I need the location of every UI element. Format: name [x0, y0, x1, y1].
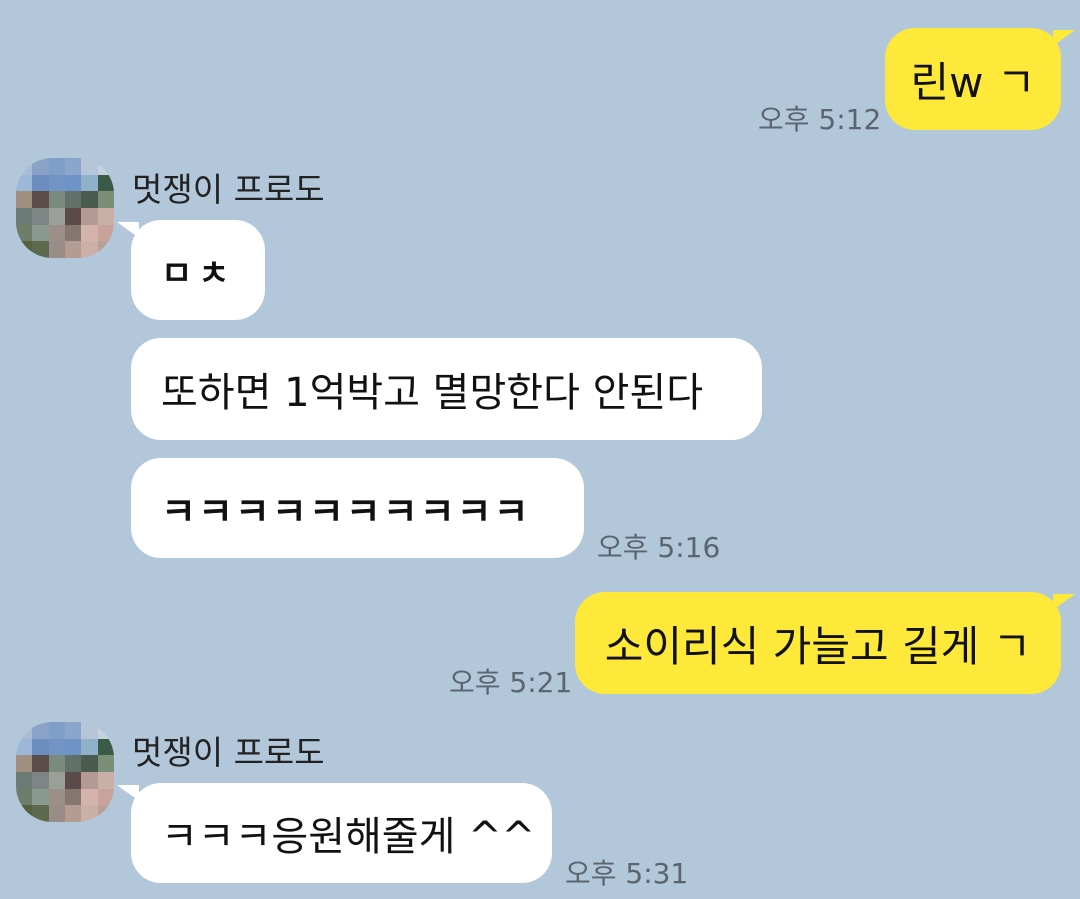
avatar-pixel [32, 207, 49, 225]
avatar-pixel [81, 805, 98, 822]
sender-name: 멋쟁이 프로도 [132, 733, 325, 772]
avatar-pixel [65, 788, 82, 806]
avatar-pixel [81, 224, 98, 242]
avatar-pixel [16, 805, 33, 822]
message-bubble-incoming[interactable]: ㅁㅊ [117, 220, 265, 320]
avatar-pixel [65, 158, 82, 175]
avatar-pixel [97, 158, 114, 175]
avatar-pixel [32, 771, 49, 789]
message-time: 오후 5:12 [758, 103, 882, 136]
avatar-pixel [48, 722, 65, 739]
message-bubble-outgoing[interactable]: 린w ㄱ [885, 28, 1075, 130]
avatar-pixel [16, 224, 33, 242]
avatar-pixel [97, 788, 114, 806]
message-bubble-incoming[interactable]: ㅋㅋㅋㅋㅋㅋㅋㅋㅋㅋ [131, 458, 584, 558]
message-text: 린w ㄱ [910, 57, 1036, 107]
avatar-pixel [32, 738, 49, 756]
avatar-pixel [48, 805, 65, 822]
avatar-pixel [16, 207, 33, 225]
avatar-pixel [97, 174, 114, 192]
avatar-pixel [97, 191, 114, 208]
avatar-pixel [81, 771, 98, 789]
avatar-pixel [48, 174, 65, 192]
avatar-pixel [32, 755, 49, 772]
avatar-pixel [48, 191, 65, 208]
avatar-pixel [65, 738, 82, 756]
message-time: 오후 5:31 [565, 857, 689, 890]
avatar-pixel [48, 771, 65, 789]
message-text: ㅁㅊ [161, 253, 236, 294]
avatar-pixel [97, 207, 114, 225]
avatar-pixel [16, 771, 33, 789]
avatar-pixel [81, 738, 98, 756]
message-bubble-incoming[interactable]: 또하면 1억박고 멸망한다 안된다 [131, 338, 762, 440]
avatar-pixel [81, 788, 98, 806]
avatar-pixel [81, 755, 98, 772]
avatar-pixel [16, 738, 33, 756]
avatar-pixel [97, 722, 114, 739]
avatar-pixel [97, 224, 114, 242]
avatar-pixel [65, 805, 82, 822]
message-bubble-outgoing[interactable]: 소이리식 가늘고 길게 ㄱ [575, 592, 1075, 694]
avatar-pixel [65, 174, 82, 192]
avatar-pixel [97, 738, 114, 756]
avatar-pixel [65, 207, 82, 225]
message-bubble-incoming[interactable]: ㅋㅋㅋ응원해줄게 ^^ [117, 783, 552, 883]
avatar-pixel [16, 722, 33, 739]
avatar-pixel [32, 224, 49, 242]
avatar-pixel [32, 241, 49, 258]
avatar-pixel [97, 805, 114, 822]
avatar-pixel [16, 788, 33, 806]
avatar-pixel [65, 722, 82, 739]
avatar-pixel [97, 241, 114, 258]
avatar-pixel [48, 158, 65, 175]
chat-window: 린w ㄱ 오후 5:12 멋쟁이 프로도 ㅁㅊ 또하면 1억박고 멸망한다 안된… [0, 0, 1080, 899]
avatar-pixel [32, 174, 49, 192]
avatar-pixel [81, 191, 98, 208]
avatar-pixel [81, 174, 98, 192]
avatar-pixel [32, 788, 49, 806]
avatar-pixel [81, 158, 98, 175]
avatar-pixel [48, 224, 65, 242]
avatar-pixel [97, 755, 114, 772]
message-time: 오후 5:21 [449, 666, 573, 699]
avatar-pixel [81, 241, 98, 258]
avatar-pixel [81, 207, 98, 225]
message-text: 또하면 1억박고 멸망한다 안된다 [161, 370, 703, 416]
contact-avatar[interactable] [16, 722, 114, 822]
message-text: ㅋㅋㅋ응원해줄게 ^^ [161, 814, 536, 860]
avatar-pixel [16, 755, 33, 772]
avatar-pixel [32, 191, 49, 208]
contact-avatar[interactable] [16, 158, 114, 258]
avatar-pixel [48, 738, 65, 756]
avatar-pixel [16, 158, 33, 175]
message-text: 소이리식 가늘고 길게 ㄱ [604, 621, 1032, 671]
avatar-pixel [81, 722, 98, 739]
avatar-pixel [65, 224, 82, 242]
avatar-pixel [32, 158, 49, 175]
message-text: ㅋㅋㅋㅋㅋㅋㅋㅋㅋㅋ [161, 489, 531, 534]
avatar-pixel [48, 207, 65, 225]
avatar-pixel [48, 788, 65, 806]
avatar-pixel [65, 771, 82, 789]
avatar-pixel [32, 805, 49, 822]
avatar-pixel [16, 174, 33, 192]
avatar-pixel [65, 241, 82, 258]
avatar-pixel [97, 771, 114, 789]
message-time: 오후 5:16 [597, 531, 721, 564]
avatar-pixel [48, 755, 65, 772]
sender-name: 멋쟁이 프로도 [132, 170, 325, 209]
avatar-pixel [32, 722, 49, 739]
avatar-pixel [48, 241, 65, 258]
avatar-pixel [65, 191, 82, 208]
avatar-pixel [16, 191, 33, 208]
avatar-pixel [65, 755, 82, 772]
avatar-pixel [16, 241, 33, 258]
